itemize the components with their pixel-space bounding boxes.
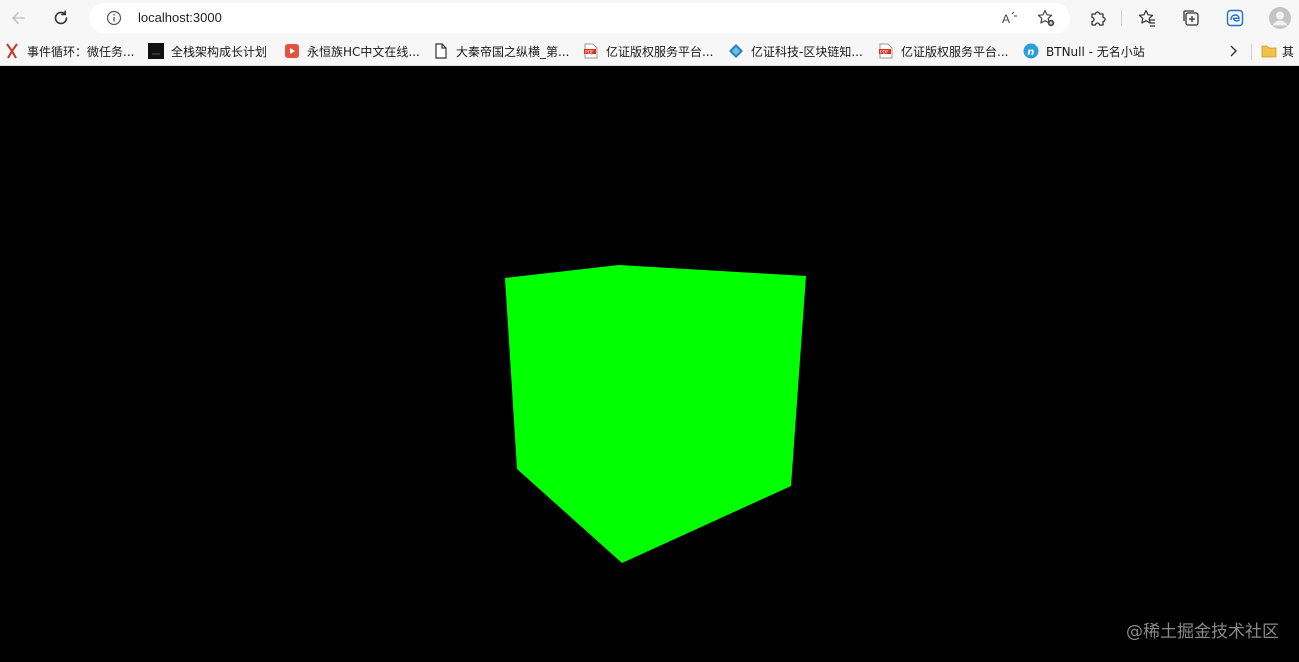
page-viewport[interactable]: @稀土掘金技术社区 xyxy=(0,67,1299,662)
collections-button[interactable] xyxy=(1178,5,1204,31)
svg-text:PDF: PDF xyxy=(585,49,594,55)
edge-browser-icon xyxy=(1226,9,1244,27)
bookmark-label: 亿证版权服务平台... xyxy=(606,44,714,59)
document-icon xyxy=(433,43,449,59)
n-circle-icon: n xyxy=(1023,43,1039,59)
bookmark-item[interactable]: 全栈架构成长计划 xyxy=(148,41,267,61)
bookmark-item[interactable]: 永恒族HC中文在线... xyxy=(284,41,420,61)
refresh-icon xyxy=(54,10,68,25)
favorites-star-icon xyxy=(1138,9,1155,27)
bookmark-item[interactable]: 大秦帝国之纵横_第... xyxy=(433,41,569,61)
bookmark-item[interactable]: PDF 亿证版权服务平台... xyxy=(878,41,1008,61)
back-button[interactable] xyxy=(4,4,32,32)
edge-feature-button[interactable] xyxy=(1222,5,1248,31)
address-bar[interactable]: localhost:3000 A xyxy=(89,3,1070,33)
collections-icon xyxy=(1183,10,1199,26)
add-favorite-icon[interactable] xyxy=(1036,8,1056,32)
bookmark-item[interactable]: PDF 亿证版权服务平台... xyxy=(583,41,713,61)
bookmark-label: 亿证科技-区块链知... xyxy=(751,44,863,59)
info-icon[interactable] xyxy=(106,10,122,30)
folder-label: 其 xyxy=(1282,44,1295,59)
bookmark-label: 事件循环：微任务... xyxy=(27,44,135,59)
svg-text:A: A xyxy=(1002,12,1010,26)
bookmarks-bar: 事件循环：微任务... 全栈架构成长计划 永恒族HC中文在线... 大秦帝国之纵… xyxy=(0,37,1299,66)
bookmark-item[interactable]: 事件循环：微任务... xyxy=(4,41,134,61)
other-favorites-folder[interactable]: 其 xyxy=(1261,41,1294,61)
bookmark-label: 大秦帝国之纵横_第... xyxy=(456,44,570,59)
black-square-icon xyxy=(148,43,164,59)
profile-button[interactable] xyxy=(1267,5,1293,31)
watermark-text: @稀土掘金技术社区 xyxy=(1126,622,1279,642)
bookmark-label: 全栈架构成长计划 xyxy=(171,44,268,59)
more-bookmarks-button[interactable] xyxy=(1226,41,1240,61)
svg-text:PDF: PDF xyxy=(880,49,889,55)
read-aloud-icon[interactable]: A xyxy=(1000,8,1020,32)
browser-toolbar: localhost:3000 A xyxy=(0,0,1299,37)
diamond-icon xyxy=(728,43,744,59)
folder-icon xyxy=(1261,43,1277,59)
play-icon xyxy=(284,43,300,59)
webgl-canvas[interactable] xyxy=(0,67,1299,662)
pdf-icon: PDF xyxy=(878,43,894,59)
puzzle-icon xyxy=(1091,11,1106,26)
avatar-icon xyxy=(1269,7,1291,29)
bookmark-label: 永恒族HC中文在线... xyxy=(307,44,420,59)
refresh-button[interactable] xyxy=(47,4,75,32)
bookmark-label: 亿证版权服务平台... xyxy=(901,44,1009,59)
svg-text:n: n xyxy=(1027,47,1034,58)
back-arrow-icon xyxy=(12,12,25,24)
chevron-right-icon xyxy=(1230,45,1237,57)
bookmark-item[interactable]: 亿证科技-区块链知... xyxy=(728,41,863,61)
bookmark-item[interactable]: n BTNull - 无名小站 xyxy=(1023,41,1145,61)
favorites-button[interactable] xyxy=(1134,5,1160,31)
shuriken-icon xyxy=(4,43,20,59)
bookmark-label: BTNull - 无名小站 xyxy=(1046,44,1145,59)
green-cube xyxy=(505,265,806,563)
toolbar-divider xyxy=(1121,10,1122,26)
bookmarks-divider xyxy=(1251,44,1252,60)
url-text[interactable]: localhost:3000 xyxy=(138,10,222,25)
pdf-icon: PDF xyxy=(583,43,599,59)
extensions-button[interactable] xyxy=(1085,5,1111,31)
